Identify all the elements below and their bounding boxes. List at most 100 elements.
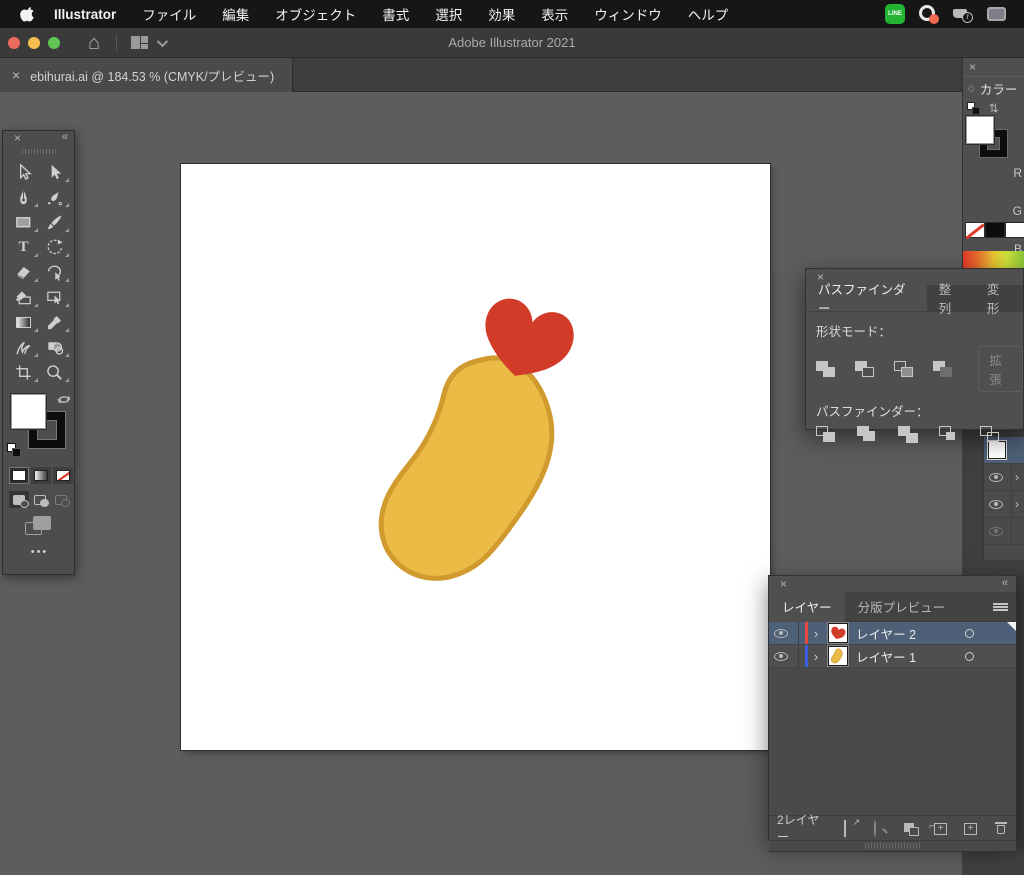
crop-button[interactable]: [939, 426, 961, 443]
black-swatch[interactable]: [985, 222, 1005, 238]
layer-thumbnail[interactable]: [828, 646, 848, 666]
draw-behind-mode[interactable]: [30, 491, 50, 508]
white-swatch[interactable]: [1005, 222, 1024, 238]
docked-row[interactable]: ›: [984, 464, 1024, 491]
apple-menu-icon[interactable]: [20, 6, 36, 22]
close-panel-icon[interactable]: ×: [969, 60, 976, 74]
shrimp-body-shape[interactable]: [381, 358, 552, 579]
collect-for-export-icon[interactable]: [844, 821, 858, 836]
close-panel-icon[interactable]: ×: [817, 270, 824, 284]
expand-button[interactable]: 拡張: [978, 346, 1023, 392]
layer-row-2[interactable]: › レイヤー 2: [769, 622, 1016, 645]
intersect-button[interactable]: [894, 361, 914, 378]
minus-front-button[interactable]: [855, 361, 875, 378]
rectangle-tool[interactable]: [8, 211, 39, 233]
eraser-tool[interactable]: [8, 261, 39, 283]
rotate-tool[interactable]: [39, 236, 70, 258]
menu-item-edit[interactable]: 編集: [222, 4, 249, 24]
menu-item-object[interactable]: オブジェクト: [275, 4, 356, 24]
target-circle-icon[interactable]: [965, 629, 974, 638]
divide-button[interactable]: [816, 426, 838, 443]
swap-fill-stroke-icon[interactable]: ⇄: [987, 103, 1001, 113]
ebi-furai-artwork[interactable]: [181, 164, 770, 750]
unite-button[interactable]: [816, 361, 836, 378]
symbol-tool[interactable]: [39, 336, 70, 358]
color-panel-tab[interactable]: ◇ カラー: [963, 76, 1024, 100]
menu-item-file[interactable]: ファイル: [142, 4, 196, 24]
fill-swatch[interactable]: [11, 394, 46, 429]
close-panel-icon[interactable]: ×: [780, 577, 787, 591]
panel-toggle-icon[interactable]: ◇: [968, 83, 975, 94]
visibility-cell[interactable]: [769, 645, 799, 667]
curvature-tool[interactable]: [39, 186, 70, 208]
layer-name[interactable]: レイヤー 2: [856, 624, 916, 643]
change-screen-mode-icon[interactable]: [25, 516, 53, 536]
exclude-button[interactable]: [933, 361, 953, 378]
layer-thumbnail[interactable]: [828, 623, 848, 643]
panel-drag-handle[interactable]: [22, 149, 56, 154]
menu-app-name[interactable]: Illustrator: [54, 7, 116, 22]
close-document-icon[interactable]: ×: [12, 67, 20, 83]
none-swatch[interactable]: [965, 222, 985, 238]
menu-item-type[interactable]: 書式: [382, 4, 409, 24]
gradient-button[interactable]: [31, 467, 51, 484]
visibility-cell[interactable]: [769, 622, 799, 644]
visibility-eye-icon[interactable]: [774, 652, 788, 661]
new-sublayer-icon[interactable]: +: [934, 821, 948, 836]
document-tab[interactable]: × ebihurai.ai @ 184.53 % (CMYK/プレビュー): [0, 58, 293, 92]
menu-item-help[interactable]: ヘルプ: [688, 4, 729, 24]
docked-row[interactable]: ›: [984, 491, 1024, 518]
type-tool[interactable]: T: [8, 236, 39, 258]
eyedropper-tool[interactable]: [39, 311, 70, 333]
draw-normal-mode[interactable]: [9, 491, 29, 508]
layer-name[interactable]: レイヤー 1: [856, 647, 916, 666]
selection-tool[interactable]: [8, 161, 39, 183]
tab-align[interactable]: 整列: [927, 285, 975, 311]
merge-button[interactable]: [898, 426, 920, 443]
tab-transform[interactable]: 変形: [975, 285, 1023, 311]
outline-button[interactable]: [980, 426, 1002, 443]
make-clipping-mask-icon[interactable]: [904, 821, 918, 836]
live-paint-selection-tool[interactable]: [39, 286, 70, 308]
layer-row-1[interactable]: › レイヤー 1: [769, 645, 1016, 668]
blend-tool[interactable]: [8, 336, 39, 358]
target-circle-icon[interactable]: [965, 652, 974, 661]
collapse-panel-icon[interactable]: «: [62, 131, 68, 143]
draw-inside-mode[interactable]: [51, 491, 71, 508]
edit-toolbar-button[interactable]: •••: [3, 546, 76, 558]
search-icon[interactable]: [874, 821, 888, 836]
zoom-tool[interactable]: [39, 361, 70, 383]
menu-item-select[interactable]: 選択: [435, 4, 462, 24]
line-status-icon[interactable]: LINE: [885, 4, 905, 24]
docked-row[interactable]: [984, 518, 1024, 545]
expand-chevron-icon[interactable]: ›: [1015, 497, 1019, 511]
artboard-tool[interactable]: [8, 361, 39, 383]
close-panel-icon[interactable]: ×: [14, 131, 21, 145]
direct-selection-tool[interactable]: [39, 161, 70, 183]
visibility-eye-icon[interactable]: [989, 500, 1003, 509]
live-paint-bucket-tool[interactable]: [8, 286, 39, 308]
visibility-eye-icon[interactable]: [989, 527, 1003, 536]
tab-separations-preview[interactable]: 分版プレビュー: [845, 592, 959, 622]
tab-pathfinder[interactable]: パスファインダー: [806, 285, 927, 311]
default-swatches-icon[interactable]: [7, 443, 21, 457]
default-swatches-icon[interactable]: [967, 102, 980, 115]
swap-fill-stroke-icon[interactable]: [56, 392, 72, 406]
fill-swatch[interactable]: [966, 116, 994, 144]
docker-status-icon[interactable]: !: [953, 5, 973, 23]
expand-chevron-icon[interactable]: ›: [1015, 470, 1019, 484]
expand-chevron-icon[interactable]: ›: [808, 649, 824, 664]
new-layer-icon[interactable]: +: [964, 821, 978, 836]
none-button[interactable]: [53, 467, 73, 484]
tab-layers[interactable]: レイヤー: [769, 592, 845, 622]
artboard[interactable]: [181, 164, 770, 750]
visibility-eye-icon[interactable]: [774, 629, 788, 638]
shape-builder-tool[interactable]: [39, 261, 70, 283]
delete-layer-icon[interactable]: [994, 821, 1008, 836]
collapse-panel-icon[interactable]: «: [1002, 577, 1008, 589]
panel-menu-icon[interactable]: [993, 603, 1008, 611]
menu-item-view[interactable]: 表示: [541, 4, 568, 24]
color-button[interactable]: [9, 467, 29, 484]
creative-cloud-sync-icon[interactable]: [919, 4, 939, 24]
thumbnail[interactable]: [988, 441, 1006, 459]
